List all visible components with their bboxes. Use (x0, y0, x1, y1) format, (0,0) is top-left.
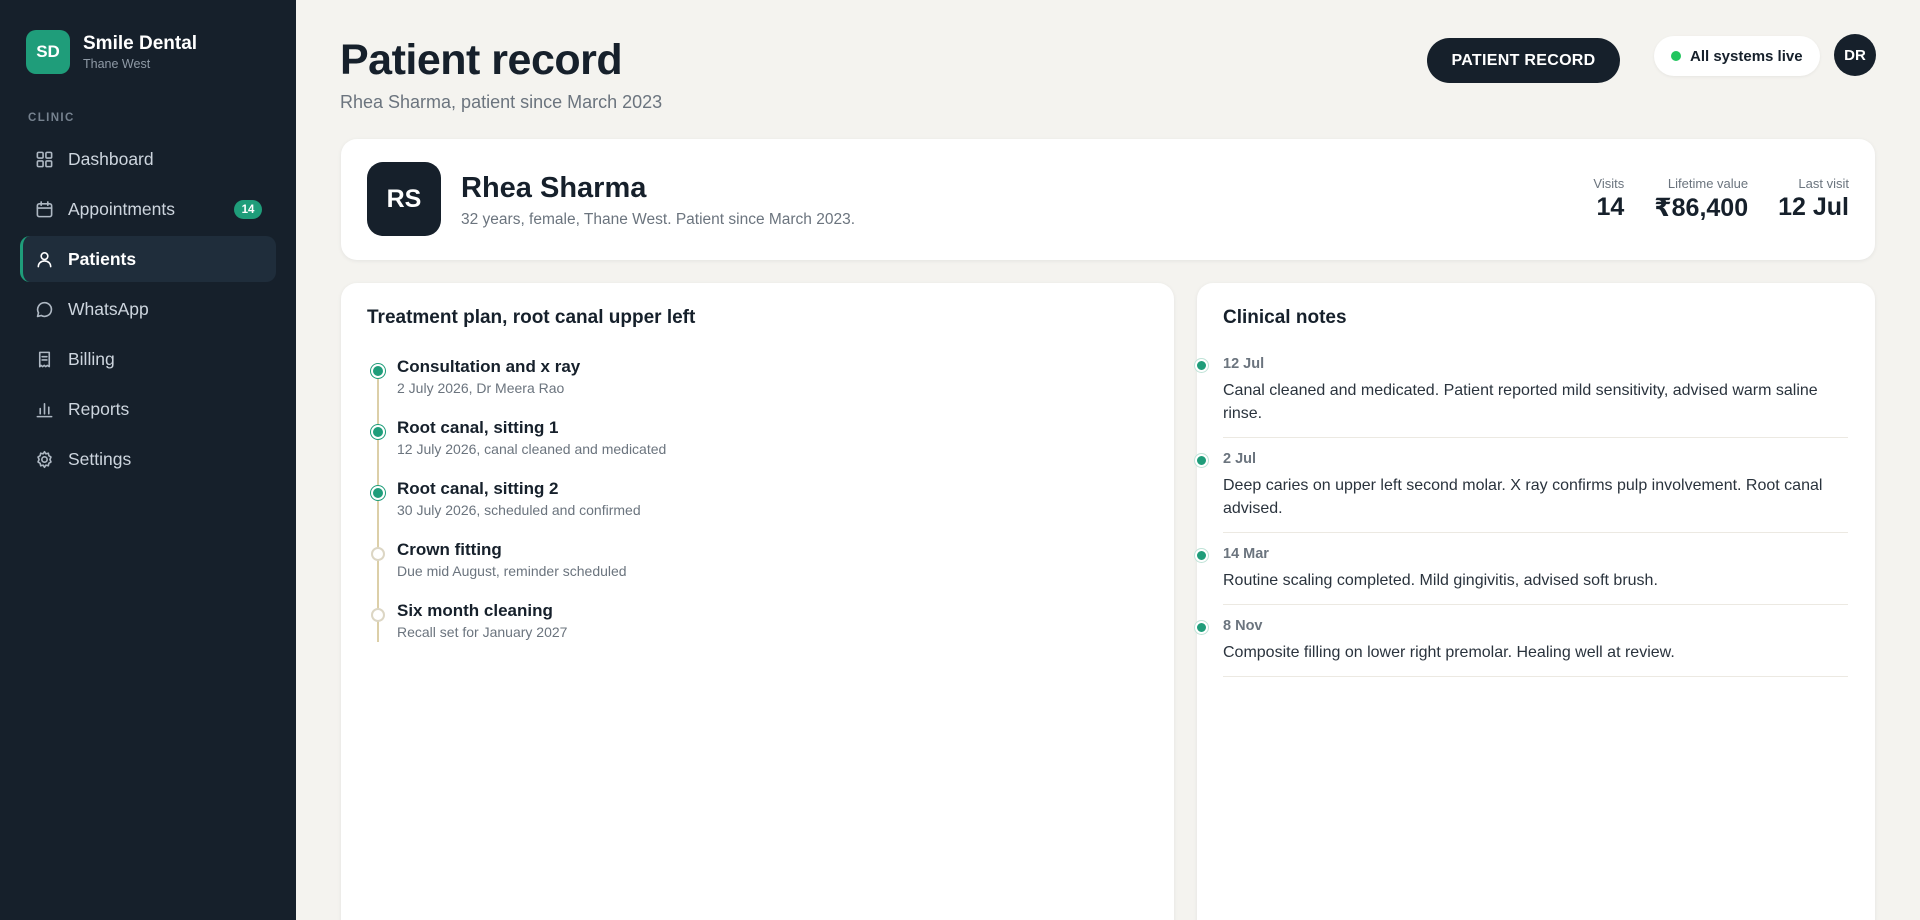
step-detail: Due mid August, reminder scheduled (397, 563, 627, 579)
timeline-step[interactable]: Six month cleaning Recall set for Januar… (367, 600, 1147, 661)
step-detail: 2 July 2026, Dr Meera Rao (397, 380, 565, 396)
system-status-text: All systems live (1690, 47, 1803, 65)
clinical-notes-title: Clinical notes (1223, 307, 1347, 328)
stat-last-visit: Last visit 12 Jul (1778, 176, 1849, 223)
sidebar-item-settings[interactable]: Settings (20, 436, 276, 482)
note-date: 8 Nov (1223, 618, 1263, 634)
gear-icon (34, 449, 54, 469)
step-detail: 30 July 2026, scheduled and confirmed (397, 502, 641, 518)
stat-label: Lifetime value (1667, 176, 1749, 191)
step-pending-icon (371, 547, 385, 561)
sidebar-item-label: Appointments (68, 198, 176, 219)
note-date: 2 Jul (1223, 451, 1257, 467)
step-detail: 12 July 2026, canal cleaned and medicate… (397, 441, 667, 457)
note-dot-icon (1195, 359, 1208, 372)
sidebar-nav: Dashboard Appointments 14 Patients Whats… (20, 136, 276, 486)
treatment-timeline: Consultation and x ray 2 July 2026, Dr M… (367, 356, 1147, 661)
note-item[interactable]: 12 Jul Canal cleaned and medicated. Pati… (1195, 355, 1848, 438)
step-title: Root canal, sitting 1 (397, 418, 559, 437)
stat-lifetime-value: Lifetime value ₹86,400 (1654, 176, 1748, 223)
user-icon (34, 249, 54, 269)
note-date: 12 Jul (1223, 356, 1265, 372)
step-complete-icon (371, 364, 385, 378)
stat-label: Visits (1593, 176, 1625, 191)
sidebar-item-reports[interactable]: Reports (20, 386, 276, 432)
step-title: Six month cleaning (397, 601, 553, 620)
patient-avatar: RS (367, 162, 441, 236)
patient-name: Rhea Sharma (461, 172, 647, 204)
treatment-plan-card: Treatment plan, root canal upper left Co… (341, 283, 1174, 920)
stat-value: 14 (1596, 193, 1625, 221)
step-title: Consultation and x ray (397, 357, 581, 376)
note-dot-icon (1195, 621, 1208, 634)
sidebar-item-label: WhatsApp (68, 298, 149, 319)
note-item[interactable]: 8 Nov Composite filling on lower right p… (1195, 617, 1848, 677)
note-dot-icon (1195, 549, 1208, 562)
sidebar-item-label: Settings (68, 448, 132, 469)
note-item[interactable]: 2 Jul Deep caries on upper left second m… (1195, 450, 1848, 533)
patient-record-button[interactable]: PATIENT RECORD (1427, 38, 1620, 83)
sidebar-item-appointments[interactable]: Appointments 14 (20, 186, 276, 232)
nav-section-label: CLINIC (28, 112, 75, 124)
step-complete-icon (371, 425, 385, 439)
calendar-icon (34, 199, 54, 219)
step-complete-icon (371, 486, 385, 500)
note-text: Routine scaling completed. Mild gingivit… (1223, 572, 1658, 589)
brand-location: Thane West (83, 56, 151, 71)
patient-summary-card: RS Rhea Sharma 32 years, female, Thane W… (341, 139, 1875, 260)
sidebar-item-whatsapp[interactable]: WhatsApp (20, 286, 276, 332)
brand-text: Smile Dental Thane West (83, 33, 197, 72)
brand[interactable]: SD Smile Dental Thane West (26, 30, 197, 74)
appointments-count-badge: 14 (234, 200, 262, 219)
sidebar-item-label: Reports (68, 398, 130, 419)
brand-logo: SD (26, 30, 70, 74)
timeline-step[interactable]: Root canal, sitting 2 30 July 2026, sche… (367, 478, 1147, 539)
notes-list: 12 Jul Canal cleaned and medicated. Pati… (1195, 355, 1848, 689)
grid-icon (34, 149, 54, 169)
page-title: Patient record (340, 36, 623, 84)
note-item[interactable]: 14 Mar Routine scaling completed. Mild g… (1195, 545, 1848, 605)
sidebar-item-label: Dashboard (68, 148, 154, 169)
receipt-icon (34, 349, 54, 369)
sidebar-item-billing[interactable]: Billing (20, 336, 276, 382)
note-text: Composite filling on lower right premola… (1223, 644, 1675, 661)
treatment-plan-title: Treatment plan, root canal upper left (367, 307, 696, 328)
user-avatar[interactable]: DR (1834, 34, 1876, 76)
bar-chart-icon (34, 399, 54, 419)
clinical-notes-card: Clinical notes 12 Jul Canal cleaned and … (1195, 283, 1875, 920)
patient-meta: 32 years, female, Thane West. Patient si… (461, 211, 856, 228)
note-date: 14 Mar (1223, 546, 1269, 562)
step-pending-icon (371, 608, 385, 622)
sidebar: SD Smile Dental Thane West CLINIC Dashbo… (0, 0, 296, 920)
status-dot-icon (1671, 51, 1681, 61)
stat-visits: Visits 14 (1593, 176, 1624, 223)
sidebar-item-label: Billing (68, 348, 115, 369)
note-text: Deep caries on upper left second molar. … (1223, 477, 1823, 517)
sidebar-item-label: Patients (68, 248, 137, 269)
note-text: Canal cleaned and medicated. Patient rep… (1223, 382, 1818, 422)
note-dot-icon (1195, 454, 1208, 467)
timeline-step[interactable]: Crown fitting Due mid August, reminder s… (367, 539, 1147, 600)
sidebar-item-patients[interactable]: Patients (20, 236, 276, 282)
patient-stats: Visits 14 Lifetime value ₹86,400 Last vi… (1563, 176, 1849, 223)
page-subtitle: Rhea Sharma, patient since March 2023 (340, 92, 663, 112)
chat-icon (34, 299, 54, 319)
brand-name: Smile Dental (83, 32, 198, 54)
sidebar-item-dashboard[interactable]: Dashboard (20, 136, 276, 182)
step-title: Root canal, sitting 2 (397, 479, 559, 498)
timeline-step[interactable]: Root canal, sitting 1 12 July 2026, cana… (367, 417, 1147, 478)
step-detail: Recall set for January 2027 (397, 624, 568, 640)
step-title: Crown fitting (397, 540, 502, 559)
timeline-step[interactable]: Consultation and x ray 2 July 2026, Dr M… (367, 356, 1147, 417)
stat-value: 12 Jul (1778, 193, 1849, 221)
system-status-pill[interactable]: All systems live (1654, 36, 1820, 76)
stat-label: Last visit (1798, 176, 1849, 191)
stat-value: ₹86,400 (1654, 194, 1749, 222)
